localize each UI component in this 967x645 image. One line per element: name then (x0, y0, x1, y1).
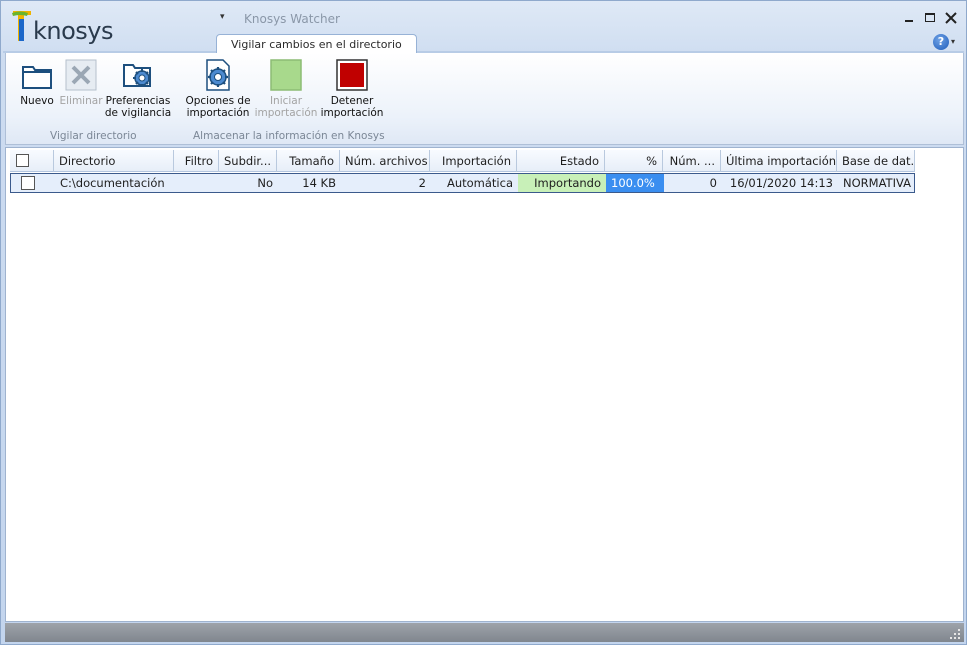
table-row[interactable]: C:\documentación No 14 KB 2 Automática I… (10, 173, 915, 193)
logo-text: knosys (33, 17, 114, 45)
detener-label-2: importación (320, 107, 384, 119)
close-button[interactable] (943, 10, 959, 26)
cell-ultima-importacion: 16/01/2020 14:13 (729, 176, 833, 190)
start-icon (270, 59, 302, 91)
delete-icon (65, 59, 97, 91)
quick-access-dropdown-icon[interactable]: ▾ (220, 12, 225, 22)
eliminar-label: Eliminar (59, 95, 103, 107)
col-base-datos[interactable]: Base de dat... (837, 150, 915, 172)
select-all-checkbox[interactable] (16, 154, 29, 167)
col-ultima-importacion[interactable]: Última importación (721, 150, 837, 172)
col-num-archivos[interactable]: Núm. archivos (340, 150, 430, 172)
ribbon: Nuevo Eliminar Preferencias de vigilanci… (5, 53, 964, 145)
document-gear-icon (202, 59, 234, 91)
opciones-label-2: importación (186, 107, 250, 119)
group-label-almacenar: Almacenar la información en Knosys (193, 130, 385, 142)
preferencias-label-1: Preferencias (105, 95, 171, 107)
col-estado[interactable]: Estado (517, 150, 605, 172)
col-subdir[interactable]: Subdir... (219, 150, 277, 172)
row-checkbox[interactable] (21, 176, 35, 190)
col-tamano[interactable]: Tamaño (277, 150, 340, 172)
folder-icon (21, 59, 53, 91)
cell-estado: Importando (518, 174, 606, 192)
eliminar-button[interactable]: Eliminar (59, 59, 103, 107)
opciones-importacion-button[interactable]: Opciones de importación (182, 59, 254, 119)
knosys-logo: knosys (9, 9, 114, 45)
header-select-all[interactable] (10, 150, 54, 172)
col-directorio[interactable]: Directorio (54, 150, 174, 172)
maximize-icon (925, 13, 935, 22)
group-label-vigilar: Vigilar directorio (50, 130, 137, 142)
cell-subdir: No (257, 176, 273, 190)
col-num[interactable]: Núm. ... (663, 150, 721, 172)
col-filtro[interactable]: Filtro (174, 150, 219, 172)
col-importacion[interactable]: Importación (430, 150, 517, 172)
cell-porcentaje: 100.0% (606, 174, 664, 192)
minimize-icon (905, 20, 913, 22)
opciones-label-1: Opciones de (185, 95, 251, 107)
resize-grip-icon[interactable] (950, 629, 960, 639)
grid-header: Directorio Filtro Subdir... Tamaño Núm. … (10, 150, 915, 172)
directory-grid: Directorio Filtro Subdir... Tamaño Núm. … (5, 147, 964, 622)
maximize-button[interactable] (922, 10, 938, 26)
iniciar-label-1: Iniciar (269, 95, 303, 107)
status-bar (5, 623, 964, 642)
iniciar-label-2: importación (254, 107, 318, 119)
detener-label-1: Detener (330, 95, 374, 107)
col-porcentaje[interactable]: % (605, 150, 663, 172)
stop-icon (336, 59, 368, 91)
window-title: Knosys Watcher (244, 12, 340, 26)
help-button[interactable]: ? (933, 34, 949, 50)
cell-num-archivos: 2 (418, 176, 426, 190)
tab-vigilar-cambios[interactable]: Vigilar cambios en el directorio (216, 34, 417, 54)
nuevo-label: Nuevo (20, 95, 54, 107)
preferencias-label-2: de vigilancia (104, 107, 172, 119)
cell-base-datos: NORMATIVA (843, 176, 911, 190)
minimize-button[interactable] (901, 10, 917, 26)
cell-directorio: C:\documentación (60, 176, 165, 190)
nuevo-button[interactable]: Nuevo (16, 59, 58, 107)
cell-importacion: Automática (446, 176, 513, 190)
close-icon (945, 12, 957, 24)
detener-importacion-button[interactable]: Detener importación (320, 59, 384, 119)
folder-gear-icon (122, 59, 154, 91)
preferencias-vigilancia-button[interactable]: Preferencias de vigilancia (104, 59, 172, 119)
help-dropdown-icon[interactable]: ▾ (951, 37, 955, 46)
iniciar-importacion-button[interactable]: Iniciar importación (254, 59, 318, 119)
cell-filtro (175, 174, 220, 192)
cell-tamano: 14 KB (302, 176, 336, 190)
app-window: knosys ▾ Knosys Watcher ? ▾ Vigilar camb… (0, 0, 967, 645)
cell-num: 0 (709, 176, 717, 190)
